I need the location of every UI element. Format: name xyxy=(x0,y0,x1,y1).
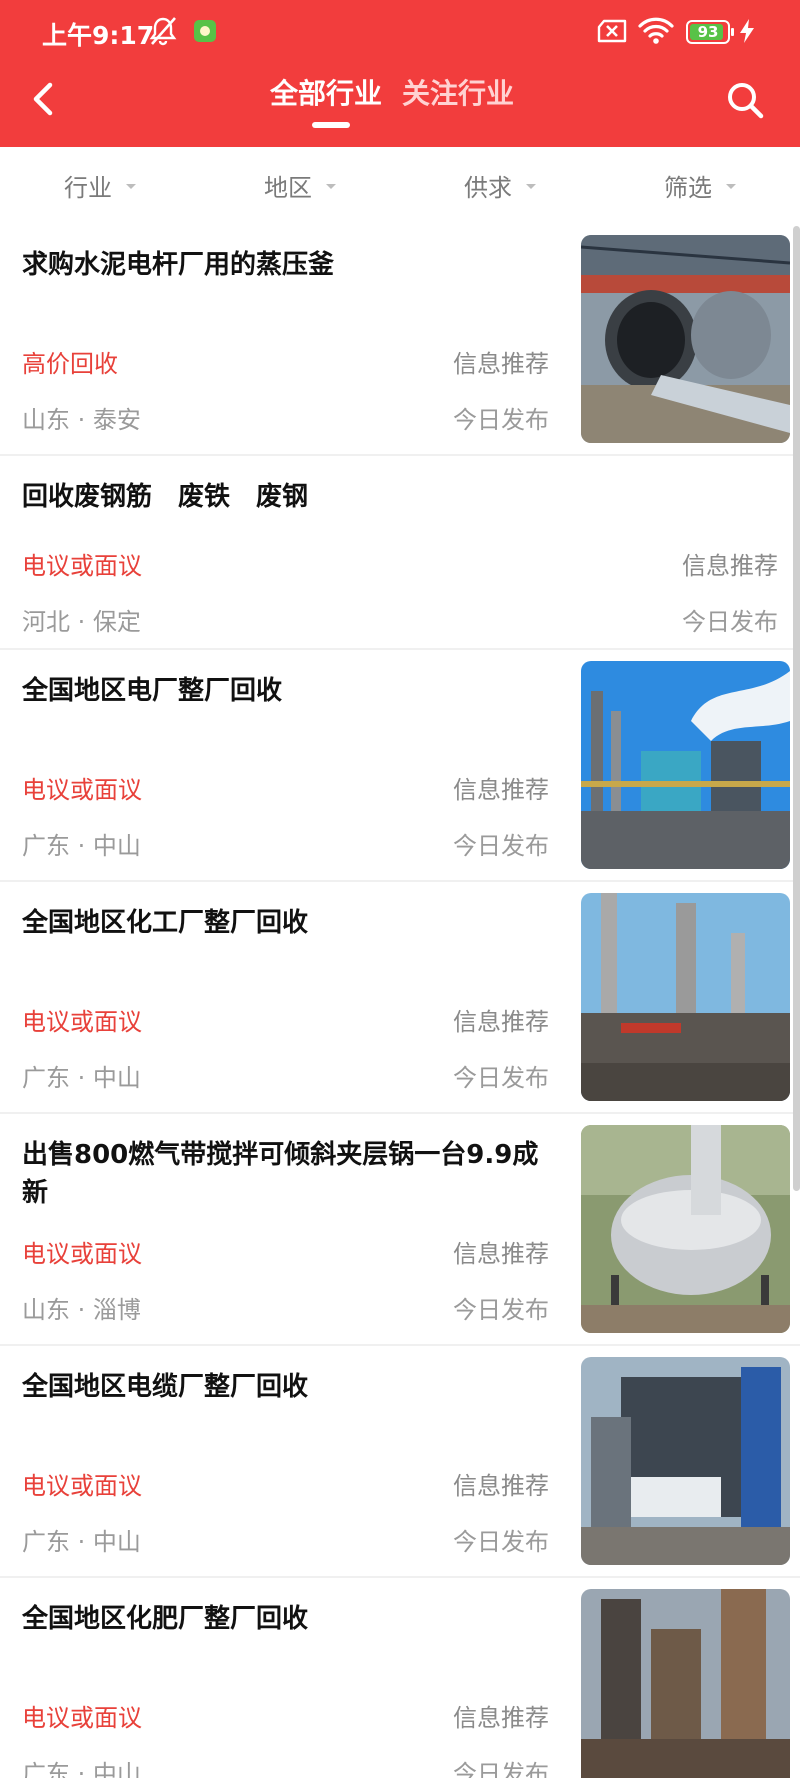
filter-industry[interactable]: 行业 xyxy=(0,147,200,224)
item-location: 广东 · 中山 xyxy=(22,1760,141,1778)
tab-followed-industries[interactable]: 关注行业 xyxy=(402,72,514,122)
item-price: 电议或面议 xyxy=(22,776,142,804)
status-bar: 上午9:17 93 xyxy=(0,0,800,62)
back-arrow-icon[interactable] xyxy=(26,77,62,121)
item-tag: 信息推荐 xyxy=(453,350,549,378)
active-tab-indicator xyxy=(312,122,350,128)
item-title: 全国地区电厂整厂回收 xyxy=(22,676,283,706)
list-item[interactable]: 求购水泥电杆厂用的蒸压釜 高价回收 信息推荐 山东 · 泰安 今日发布 xyxy=(0,224,800,456)
no-sim-icon xyxy=(597,19,627,43)
autoclave-image xyxy=(581,235,790,443)
item-title: 全国地区化肥厂整厂回收 xyxy=(22,1604,309,1634)
item-image[interactable] xyxy=(581,661,790,869)
list-item[interactable]: 全国地区电缆厂整厂回收 电议或面议 信息推荐 广东 · 中山 今日发布 xyxy=(0,1346,800,1578)
cable-plant-image xyxy=(581,1357,790,1565)
item-location: 广东 · 中山 xyxy=(22,1528,141,1556)
chemical-plant-image xyxy=(581,893,790,1101)
item-title: 全国地区电缆厂整厂回收 xyxy=(22,1372,309,1402)
item-title: 全国地区化工厂整厂回收 xyxy=(22,908,309,938)
filter-more[interactable]: 筛选 xyxy=(600,147,800,224)
list-item[interactable]: 回收废钢筋 废铁 废钢 电议或面议 信息推荐 河北 · 保定 今日发布 xyxy=(0,456,800,650)
list-item[interactable]: 出售800燃气带搅拌可倾斜夹层锅一台9.9成新 电议或面议 信息推荐 山东 · … xyxy=(0,1114,800,1346)
filter-supply-demand[interactable]: 供求 xyxy=(400,147,600,224)
item-price: 电议或面议 xyxy=(22,1472,142,1500)
item-title: 求购水泥电杆厂用的蒸压釜 xyxy=(22,250,335,280)
nav-bar: 全部行业 关注行业 xyxy=(0,62,800,147)
item-price: 电议或面议 xyxy=(22,552,142,580)
item-location: 广东 · 中山 xyxy=(22,832,141,860)
item-tag: 信息推荐 xyxy=(682,552,778,580)
item-tag: 信息推荐 xyxy=(453,1704,549,1732)
item-location: 广东 · 中山 xyxy=(22,1064,141,1092)
item-date: 今日发布 xyxy=(453,1064,549,1092)
power-plant-image xyxy=(581,661,790,869)
list-item[interactable]: 全国地区化工厂整厂回收 电议或面议 信息推荐 广东 · 中山 今日发布 xyxy=(0,882,800,1114)
item-date: 今日发布 xyxy=(453,406,549,434)
jacketed-kettle-image xyxy=(581,1125,790,1333)
battery-icon: 93 xyxy=(686,20,734,44)
item-tag: 信息推荐 xyxy=(453,1472,549,1500)
charging-icon xyxy=(740,19,754,43)
item-price: 电议或面议 xyxy=(22,1704,142,1732)
item-image[interactable] xyxy=(581,1125,790,1333)
item-price: 电议或面议 xyxy=(22,1240,142,1268)
silent-mode-icon xyxy=(149,17,177,46)
item-date: 今日发布 xyxy=(453,1528,549,1556)
item-date: 今日发布 xyxy=(682,608,778,636)
item-image[interactable] xyxy=(581,235,790,443)
item-tag: 信息推荐 xyxy=(453,1240,549,1268)
scrollbar[interactable] xyxy=(793,226,800,1191)
battery-level: 93 xyxy=(697,23,719,41)
item-date: 今日发布 xyxy=(453,832,549,860)
filter-region-label: 地区 xyxy=(264,174,312,202)
fertilizer-plant-image xyxy=(581,1589,790,1778)
list-item[interactable]: 全国地区化肥厂整厂回收 电议或面议 信息推荐 广东 · 中山 今日发布 xyxy=(0,1578,800,1778)
caret-down-icon xyxy=(326,184,336,189)
item-price: 高价回收 xyxy=(22,350,118,378)
listing-list: 求购水泥电杆厂用的蒸压釜 高价回收 信息推荐 山东 · 泰安 今日发布 回收废钢… xyxy=(0,224,800,1778)
filter-industry-label: 行业 xyxy=(64,174,112,202)
item-location: 河北 · 保定 xyxy=(22,608,141,636)
item-tag: 信息推荐 xyxy=(453,1008,549,1036)
filter-region[interactable]: 地区 xyxy=(200,147,400,224)
item-location: 山东 · 淄博 xyxy=(22,1296,141,1324)
search-icon[interactable] xyxy=(724,79,766,121)
caret-down-icon xyxy=(726,184,736,189)
list-item[interactable]: 全国地区电厂整厂回收 电议或面议 信息推荐 广东 · 中山 今日发布 xyxy=(0,650,800,882)
item-title: 出售800燃气带搅拌可倾斜夹层锅一台9.9成新 xyxy=(22,1140,539,1208)
filter-bar: 行业 地区 供求 筛选 xyxy=(0,147,800,224)
item-title: 回收废钢筋 废铁 废钢 xyxy=(22,482,309,512)
status-time: 上午9:17 xyxy=(42,21,155,50)
app-notification-icon xyxy=(194,20,216,42)
caret-down-icon xyxy=(526,184,536,189)
item-tag: 信息推荐 xyxy=(453,776,549,804)
filter-more-label: 筛选 xyxy=(664,174,712,202)
item-date: 今日发布 xyxy=(453,1760,549,1778)
item-price: 电议或面议 xyxy=(22,1008,142,1036)
item-image[interactable] xyxy=(581,893,790,1101)
caret-down-icon xyxy=(126,184,136,189)
item-image[interactable] xyxy=(581,1357,790,1565)
tab-all-industries[interactable]: 全部行业 xyxy=(270,72,382,122)
app-header: 上午9:17 93 全部行业 关注行业 xyxy=(0,0,800,147)
item-date: 今日发布 xyxy=(453,1296,549,1324)
wifi-icon xyxy=(638,17,674,44)
item-location: 山东 · 泰安 xyxy=(22,406,141,434)
category-tabs: 全部行业 关注行业 xyxy=(270,72,514,122)
item-image[interactable] xyxy=(581,1589,790,1778)
filter-supply-demand-label: 供求 xyxy=(464,174,512,202)
